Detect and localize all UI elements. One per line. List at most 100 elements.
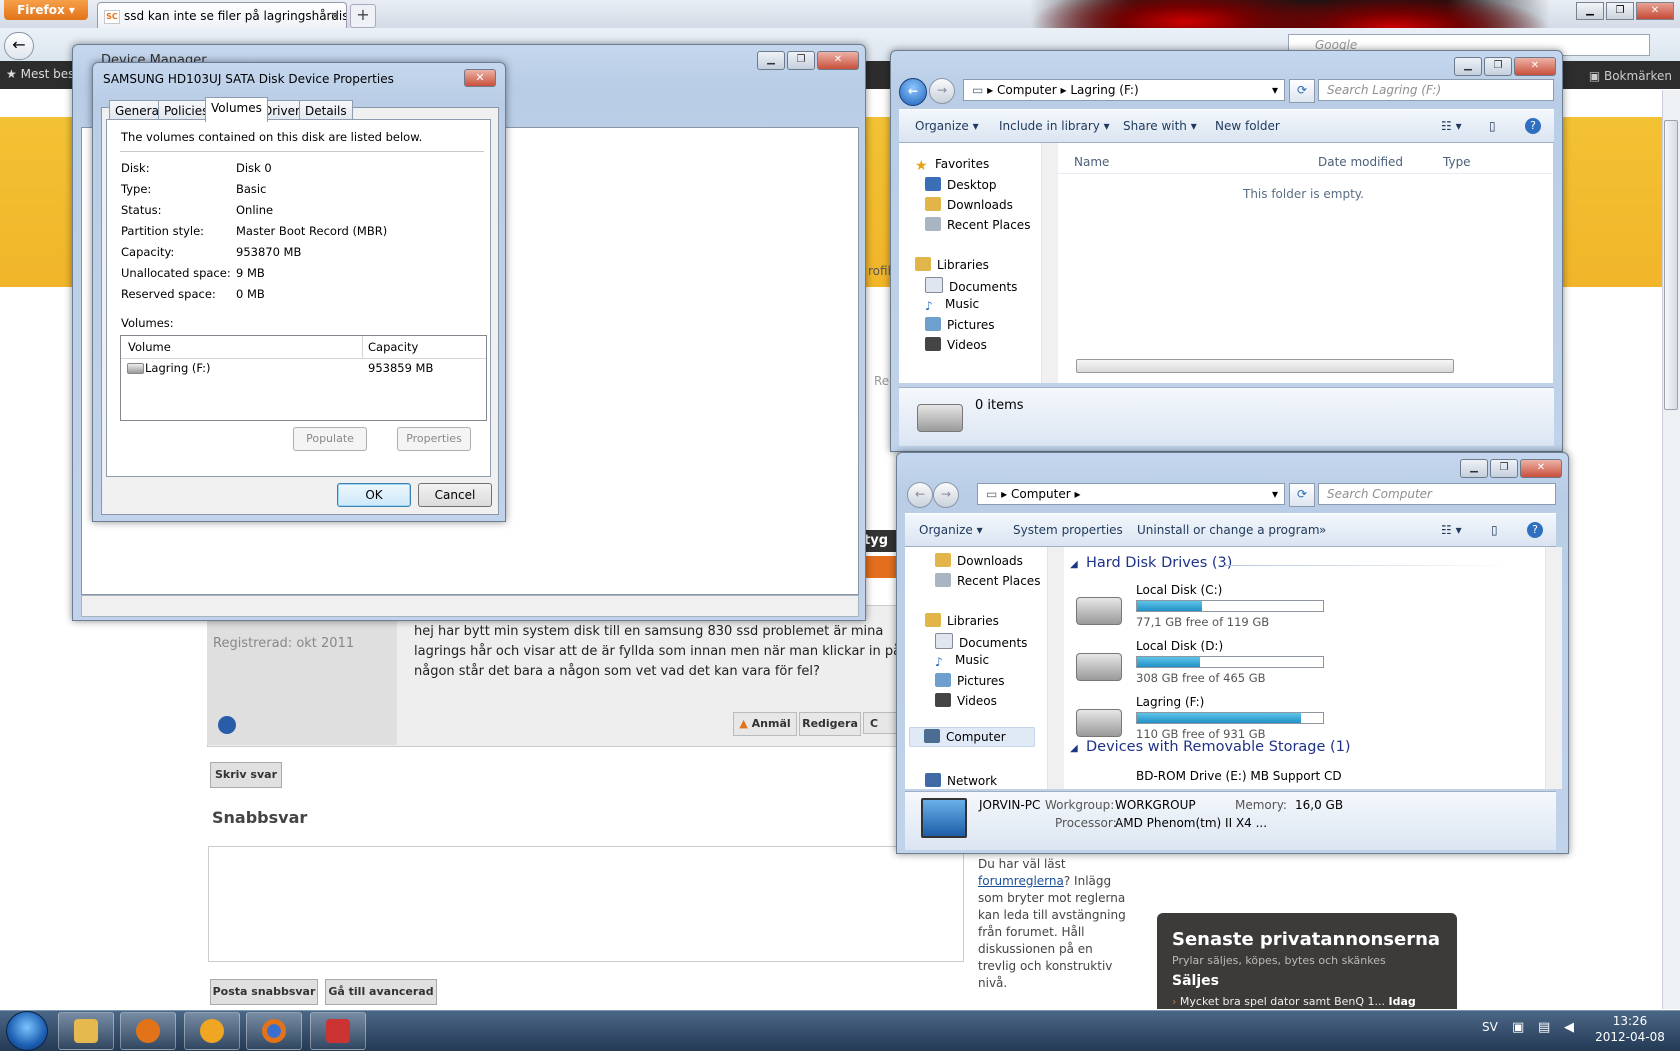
share-with-button[interactable]: Share with ▾ <box>1123 119 1197 133</box>
nav-scrollbar[interactable] <box>1041 143 1058 383</box>
column-name[interactable]: Name <box>1074 155 1109 169</box>
removable-group-heading[interactable]: Devices with Removable Storage (1) <box>1086 739 1351 755</box>
nav-music[interactable]: ♪ Music <box>925 297 979 313</box>
minimize-button[interactable]: ▁ <box>1460 459 1488 478</box>
nav-recent-places[interactable]: Recent Places <box>925 217 1030 232</box>
minimize-button[interactable]: ▁ <box>757 51 785 70</box>
cancel-button[interactable]: Cancel <box>418 483 492 507</box>
tab-volumes[interactable]: Volumes <box>205 97 268 122</box>
close-button[interactable]: ✕ <box>1636 2 1674 20</box>
nav-libraries[interactable]: Libraries <box>915 257 989 272</box>
network-tray-icon[interactable]: ▣ <box>1512 1020 1524 1035</box>
maximize-button[interactable]: ❐ <box>1490 459 1518 478</box>
tab-close-icon[interactable]: × <box>330 3 340 28</box>
language-indicator[interactable]: SV <box>1482 1020 1498 1034</box>
views-icon[interactable]: ☷ ▾ <box>1441 119 1462 133</box>
chevron-down-icon[interactable]: ▾ <box>1272 80 1278 100</box>
preview-pane-icon[interactable]: ▯ <box>1489 119 1496 133</box>
post-quick-reply-button[interactable]: Posta snabbsvar <box>210 979 318 1005</box>
chevron-down-icon[interactable]: ▾ <box>1272 484 1278 504</box>
nav-music[interactable]: ♪ Music <box>935 653 989 669</box>
column-volume[interactable]: Volume <box>128 340 171 354</box>
classifieds-item[interactable]: › Mycket bra spel dator samt BenQ 1... I… <box>1172 995 1416 1008</box>
nav-downloads[interactable]: Downloads <box>935 553 1023 568</box>
organize-button[interactable]: Organize ▾ <box>915 119 979 133</box>
preview-pane-icon[interactable]: ▯ <box>1491 523 1498 537</box>
breadcrumb-lagring[interactable]: Lagring (F:) <box>1070 83 1138 97</box>
refresh-icon[interactable]: ⟳ <box>1289 483 1315 507</box>
nav-desktop[interactable]: Desktop <box>925 177 997 192</box>
drive-item[interactable]: Lagring (F:) 110 GB free of 931 GB <box>1074 695 1334 745</box>
hdd-group-heading[interactable]: Hard Disk Drives (3) <box>1086 555 1232 571</box>
report-button[interactable]: ▲ Anmäl <box>733 712 797 736</box>
user-icon[interactable] <box>218 716 236 734</box>
quick-reply-textarea[interactable] <box>208 846 964 962</box>
back-button[interactable]: ← <box>4 32 34 60</box>
clock-time[interactable]: 13:26 <box>1600 1014 1660 1028</box>
collapse-group-icon[interactable]: ◢ <box>1070 559 1078 570</box>
nav-pictures[interactable]: Pictures <box>935 673 1005 688</box>
edit-button[interactable]: Redigera <box>799 712 861 736</box>
nav-pictures[interactable]: Pictures <box>925 317 995 332</box>
refresh-icon[interactable]: ⟳ <box>1289 79 1315 103</box>
content-scrollbar[interactable] <box>1545 547 1562 789</box>
tab-details[interactable]: Details <box>299 100 353 121</box>
bookmark-most-visited[interactable]: ★ Mest bes <box>6 67 74 81</box>
column-capacity[interactable]: Capacity <box>368 340 418 354</box>
firefox-menu-button[interactable]: Firefox ▾ <box>4 0 88 20</box>
quote-button[interactable]: C <box>863 712 899 734</box>
nav-downloads[interactable]: Downloads <box>925 197 1013 212</box>
maximize-button[interactable]: ❐ <box>1606 2 1634 20</box>
address-bar[interactable]: ▭ ▸ Computer ▸ Lagring (F:) ▾ <box>963 79 1285 101</box>
views-icon[interactable]: ☷ ▾ <box>1441 523 1462 537</box>
taskbar-firefox[interactable] <box>246 1012 302 1050</box>
populate-button[interactable]: Populate <box>293 427 367 451</box>
go-advanced-button[interactable]: Gå till avancerad <box>325 979 437 1005</box>
properties-button[interactable]: Properties <box>397 427 471 451</box>
table-row[interactable]: Lagring (F:) 953859 MB <box>121 360 486 378</box>
taskbar-media-player[interactable] <box>120 1012 176 1050</box>
search-input[interactable]: Search Computer <box>1318 483 1556 505</box>
taskbar-messenger[interactable] <box>184 1012 240 1050</box>
forward-arrow-icon[interactable]: → <box>929 78 955 104</box>
column-date-modified[interactable]: Date modified <box>1318 155 1403 169</box>
maximize-button[interactable]: ❐ <box>1484 57 1512 76</box>
help-icon[interactable]: ? <box>1527 522 1543 538</box>
close-button[interactable]: ✕ <box>1520 459 1562 478</box>
uninstall-program-button[interactable]: Uninstall or change a program <box>1137 523 1320 537</box>
drive-list[interactable]: ◢ Hard Disk Drives (3) Local Disk (C:) 77… <box>1064 547 1556 789</box>
forward-arrow-icon[interactable]: → <box>933 482 959 508</box>
minimize-button[interactable]: ▁ <box>1576 2 1604 20</box>
start-button[interactable] <box>6 1011 48 1051</box>
more-commands-button[interactable]: » <box>1319 523 1326 537</box>
column-type[interactable]: Type <box>1443 155 1471 169</box>
new-tab-button[interactable]: + <box>350 4 376 28</box>
nav-documents[interactable]: Documents <box>925 277 1017 294</box>
display-tray-icon[interactable]: ▤ <box>1538 1020 1550 1035</box>
search-input[interactable]: Search Lagring (F:) <box>1318 79 1554 101</box>
close-button[interactable]: ✕ <box>817 51 859 70</box>
back-arrow-icon[interactable]: ← <box>899 78 927 106</box>
nav-network[interactable]: Network <box>925 773 997 788</box>
file-list[interactable]: Name Date modified Type This folder is e… <box>1058 143 1553 383</box>
close-button[interactable]: ✕ <box>1514 57 1556 76</box>
browser-tab[interactable]: SC ssd kan inte se filer på lagringshård… <box>97 2 347 28</box>
clock-date[interactable]: 2012-04-08 <box>1592 1030 1668 1044</box>
organize-button[interactable]: Organize ▾ <box>919 523 983 537</box>
write-reply-button[interactable]: Skriv svar <box>210 762 282 788</box>
minimize-button[interactable]: ▁ <box>1454 57 1482 76</box>
include-in-library-button[interactable]: Include in library ▾ <box>999 119 1110 133</box>
nav-scrollbar[interactable] <box>1047 547 1064 789</box>
nav-computer[interactable]: Computer <box>909 727 1035 747</box>
collapse-group-icon[interactable]: ◢ <box>1070 743 1078 754</box>
drive-item[interactable]: Local Disk (C:) 77,1 GB free of 119 GB <box>1074 583 1334 633</box>
nav-videos[interactable]: Videos <box>925 337 987 352</box>
back-arrow-icon[interactable]: ← <box>907 482 933 508</box>
bd-rom-drive[interactable]: BD-ROM Drive (E:) MB Support CD <box>1136 769 1342 783</box>
maximize-button[interactable]: ❐ <box>787 51 815 70</box>
address-bar[interactable]: ▭ ▸ Computer ▸ ▾ <box>977 483 1285 505</box>
nav-documents[interactable]: Documents <box>935 633 1027 650</box>
taskbar-explorer[interactable] <box>58 1012 114 1050</box>
volume-tray-icon[interactable]: ◀ <box>1564 1020 1574 1035</box>
bookmarks-menu[interactable]: ▣ Bokmärken <box>1589 69 1672 83</box>
